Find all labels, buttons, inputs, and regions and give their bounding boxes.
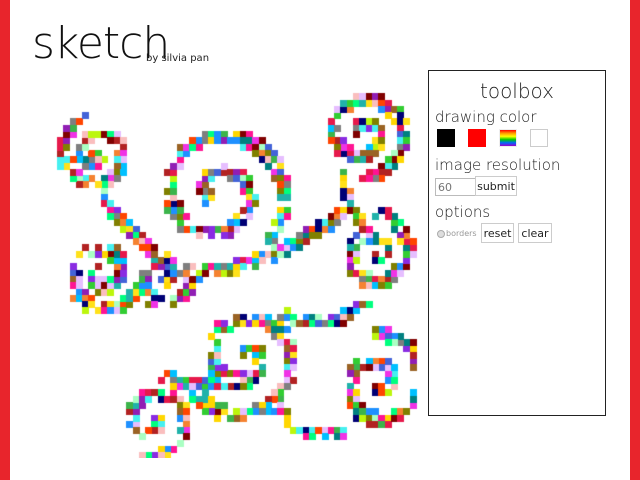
drawing-color-heading: drawing color <box>435 108 537 126</box>
toolbox-panel: toolbox drawing color image resolution s… <box>428 70 606 416</box>
submit-button[interactable]: submit <box>475 176 517 196</box>
toolbox-title: toolbox <box>479 79 555 103</box>
page: sketch by silvia pan toolbox drawing col… <box>10 0 630 480</box>
borders-option[interactable]: borders <box>437 229 477 238</box>
swatch-black[interactable] <box>437 129 455 147</box>
swatch-white[interactable] <box>530 129 549 147</box>
swatch-red[interactable] <box>468 129 487 147</box>
image-resolution-heading: image resolution <box>435 156 561 174</box>
reset-button[interactable]: reset <box>481 223 514 243</box>
swatch-rainbow[interactable] <box>499 129 518 147</box>
drawing-canvas[interactable] <box>38 68 418 458</box>
clear-button[interactable]: clear <box>518 223 552 243</box>
author-byline: by silvia pan <box>146 53 210 64</box>
options-heading: options <box>435 203 491 221</box>
color-swatches <box>437 129 556 148</box>
borders-label: borders <box>446 229 477 238</box>
borders-radio-icon[interactable] <box>437 229 445 238</box>
resolution-input[interactable] <box>435 178 477 196</box>
